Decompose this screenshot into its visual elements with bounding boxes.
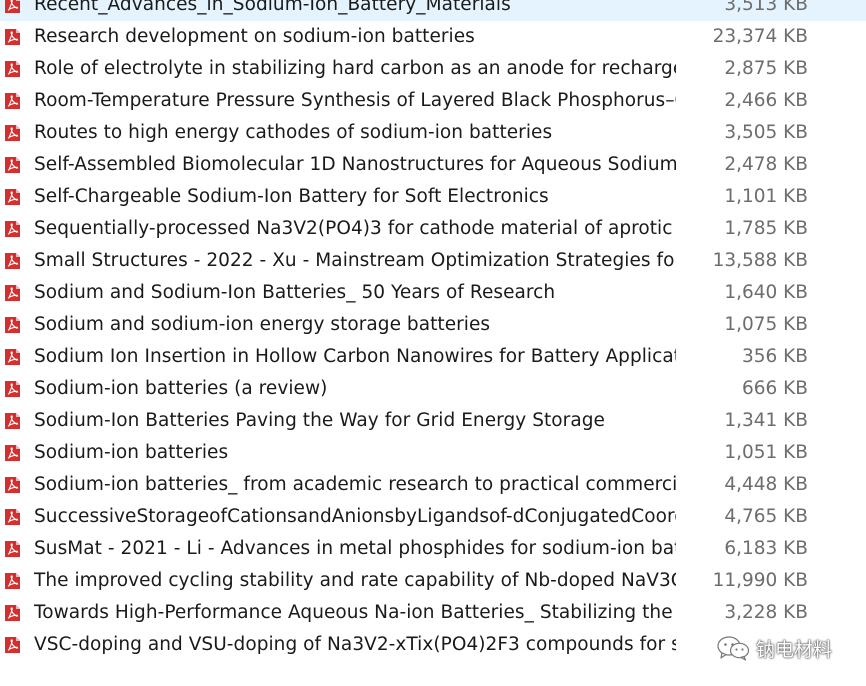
- file-size: 23,374 KB: [712, 26, 808, 47]
- file-size: 1,051 KB: [724, 442, 808, 463]
- file-row[interactable]: Sodium-ion batteries (a review) 666 KB: [0, 373, 866, 405]
- file-size: 1,341 KB: [724, 410, 808, 431]
- file-row[interactable]: Sodium-Ion Batteries Paving the Way for …: [0, 405, 866, 437]
- pdf-icon: [5, 509, 20, 525]
- file-name: Research development on sodium-ion batte…: [34, 26, 475, 47]
- file-name: Sodium-ion batteries (a review): [34, 378, 328, 399]
- file-name: VSC-doping and VSU-doping of Na3V2-xTix(…: [34, 634, 676, 655]
- file-size: 13,588 KB: [712, 250, 808, 271]
- file-name: Routes to high energy cathodes of sodium…: [34, 122, 553, 143]
- pdf-icon: [5, 61, 20, 77]
- pdf-icon: [5, 541, 20, 557]
- file-size: 6,183 KB: [724, 538, 808, 559]
- file-size: 356 KB: [741, 346, 808, 367]
- file-name: Room-Temperature Pressure Synthesis of L…: [34, 90, 676, 111]
- pdf-icon: [5, 445, 20, 461]
- file-row[interactable]: Sodium-ion batteries_ from academic rese…: [0, 469, 866, 501]
- file-size: 666 KB: [741, 378, 808, 399]
- file-name: Sequentially-processed Na3V2(PO4)3 for c…: [34, 218, 676, 239]
- file-row[interactable]: Recent_Advances_in_Sodium-Ion_Battery_Ma…: [0, 0, 866, 21]
- pdf-icon: [5, 477, 20, 493]
- pdf-icon: [5, 157, 20, 173]
- file-size: 3,505 KB: [724, 122, 808, 143]
- file-name: Self-Assembled Biomolecular 1D Nanostruc…: [34, 154, 676, 175]
- pdf-icon: [5, 93, 20, 109]
- file-name: Sodium and Sodium-Ion Batteries_ 50 Year…: [34, 282, 556, 303]
- file-size: 1,785 KB: [724, 218, 808, 239]
- file-row[interactable]: SusMat - 2021 - Li - Advances in metal p…: [0, 533, 866, 565]
- file-name: SuccessiveStorageofCationsandAnionsbyLig…: [34, 506, 676, 527]
- pdf-icon: [5, 573, 20, 589]
- file-row[interactable]: Sequentially-processed Na3V2(PO4)3 for c…: [0, 213, 866, 245]
- file-name: The improved cycling stability and rate …: [34, 570, 676, 591]
- file-row[interactable]: Sodium-ion batteries 1,051 KB: [0, 437, 866, 469]
- file-size: 3,228 KB: [724, 602, 808, 623]
- pdf-icon: [5, 349, 20, 365]
- file-size: 1,075 KB: [724, 314, 808, 335]
- pdf-icon: [5, 285, 20, 301]
- file-name: Sodium Ion Insertion in Hollow Carbon Na…: [34, 346, 676, 367]
- file-row[interactable]: Sodium Ion Insertion in Hollow Carbon Na…: [0, 341, 866, 373]
- file-row[interactable]: Role of electrolyte in stabilizing hard …: [0, 53, 866, 85]
- pdf-icon: [5, 189, 20, 205]
- pdf-icon: [5, 381, 20, 397]
- pdf-icon: [5, 605, 20, 621]
- file-row[interactable]: SuccessiveStorageofCationsandAnionsbyLig…: [0, 501, 866, 533]
- file-row[interactable]: Sodium and Sodium-Ion Batteries_ 50 Year…: [0, 277, 866, 309]
- pdf-icon: [5, 125, 20, 141]
- file-name: Recent_Advances_in_Sodium-Ion_Battery_Ma…: [34, 0, 511, 15]
- file-row[interactable]: Towards High-Performance Aqueous Na-ion …: [0, 597, 866, 629]
- pdf-icon: [5, 29, 20, 45]
- file-name: Sodium-ion batteries_ from academic rese…: [34, 474, 676, 495]
- file-row[interactable]: Routes to high energy cathodes of sodium…: [0, 117, 866, 149]
- file-size: 4,765 KB: [724, 506, 808, 527]
- pdf-icon: [5, 0, 20, 13]
- file-row[interactable]: Self-Assembled Biomolecular 1D Nanostruc…: [0, 149, 866, 181]
- file-name: Sodium-ion batteries: [34, 442, 229, 463]
- pdf-icon: [5, 317, 20, 333]
- wechat-icon: [717, 636, 750, 661]
- file-size: 2,466 KB: [724, 90, 808, 111]
- file-row[interactable]: The improved cycling stability and rate …: [0, 565, 866, 597]
- file-row[interactable]: Small Structures - 2022 - Xu - Mainstrea…: [0, 245, 866, 277]
- pdf-icon: [5, 637, 20, 653]
- file-row[interactable]: Research development on sodium-ion batte…: [0, 21, 866, 53]
- file-size: 2,478 KB: [724, 154, 808, 175]
- pdf-icon: [5, 413, 20, 429]
- file-list: Recent_Advances_in_Sodium-Ion_Battery_Ma…: [0, 0, 866, 661]
- file-name: Sodium-Ion Batteries Paving the Way for …: [34, 410, 605, 431]
- file-row[interactable]: Room-Temperature Pressure Synthesis of L…: [0, 85, 866, 117]
- file-size: 2,875 KB: [724, 58, 808, 79]
- file-name: Towards High-Performance Aqueous Na-ion …: [34, 602, 676, 623]
- file-row[interactable]: Self-Chargeable Sodium-Ion Battery for S…: [0, 181, 866, 213]
- file-size: 1,101 KB: [724, 186, 808, 207]
- file-size: 3,513 KB: [724, 0, 808, 15]
- file-size: 1,640 KB: [724, 282, 808, 303]
- file-name: Role of electrolyte in stabilizing hard …: [34, 58, 676, 79]
- file-size: 11,990 KB: [712, 570, 808, 591]
- pdf-icon: [5, 221, 20, 237]
- file-name: SusMat - 2021 - Li - Advances in metal p…: [34, 538, 676, 559]
- watermark-text: 钠电材料: [756, 638, 833, 661]
- file-name: Self-Chargeable Sodium-Ion Battery for S…: [34, 186, 549, 207]
- file-row[interactable]: Sodium and sodium-ion energy storage bat…: [0, 309, 866, 341]
- file-name: Small Structures - 2022 - Xu - Mainstrea…: [34, 250, 676, 271]
- file-name: Sodium and sodium-ion energy storage bat…: [34, 314, 491, 335]
- file-size: 4,448 KB: [724, 474, 808, 495]
- pdf-icon: [5, 253, 20, 269]
- watermark: 钠电材料: [716, 634, 832, 662]
